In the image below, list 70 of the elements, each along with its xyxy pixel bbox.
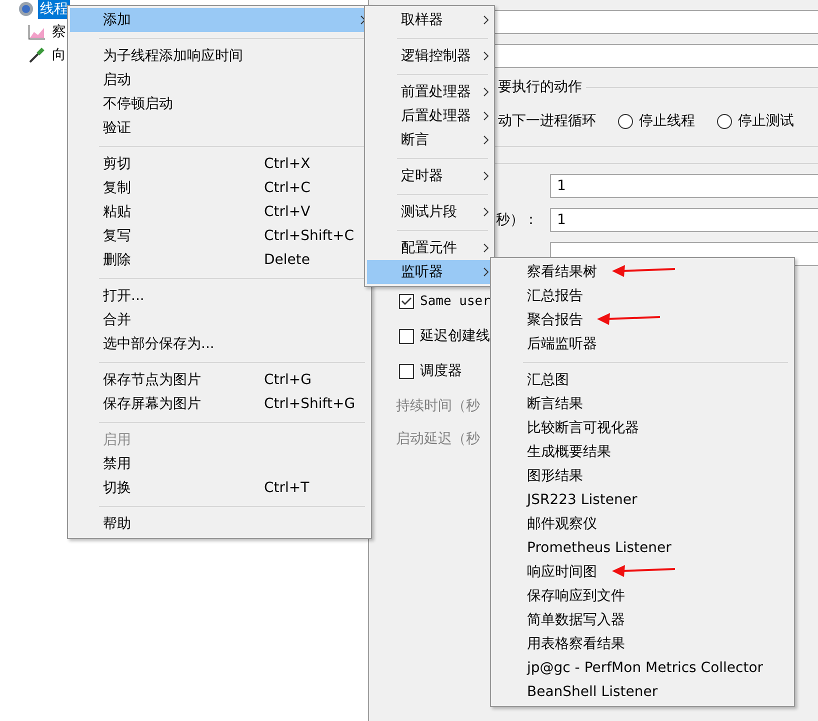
radio-label: 停止测试	[738, 112, 794, 130]
tree-node[interactable]: 线程	[38, 0, 70, 18]
chevron-right-icon	[483, 87, 489, 97]
tree-node[interactable]: 向	[50, 44, 68, 64]
checkbox[interactable]	[399, 294, 414, 308]
checkbox-label: Same user	[420, 294, 490, 308]
radio-button[interactable]	[717, 114, 732, 128]
menu-item[interactable]: 打开...	[70, 284, 369, 308]
menu-item[interactable]: 聚合报告	[493, 308, 792, 332]
menu-item[interactable]: 配置元件	[367, 236, 492, 260]
menu-item[interactable]: 比较断言可视化器	[493, 416, 792, 440]
gear-icon	[18, 0, 34, 16]
menu-item[interactable]: 保存响应到文件	[493, 584, 792, 608]
chevron-right-icon	[360, 15, 366, 25]
menu-item[interactable]: 合并	[70, 308, 369, 332]
chevron-right-icon	[483, 267, 489, 277]
menu-item[interactable]: 保存节点为图片 Ctrl+G	[70, 368, 369, 392]
chevron-right-icon	[483, 15, 489, 25]
menu-item[interactable]: 图形结果	[493, 464, 792, 488]
menu-item[interactable]: 用表格察看结果	[493, 632, 792, 656]
text-field[interactable]	[494, 44, 818, 68]
menu-item[interactable]: 后置处理器	[367, 104, 492, 128]
chevron-right-icon	[483, 51, 489, 61]
menu-item[interactable]: 邮件观察仪	[493, 512, 792, 536]
menu-item[interactable]: 切换 Ctrl+T	[70, 476, 369, 500]
menu-item[interactable]: 定时器	[367, 164, 492, 188]
menu-item[interactable]: 后端监听器	[493, 332, 792, 356]
field-label: 启动延迟（秒	[396, 430, 480, 448]
pipette-icon	[28, 46, 46, 64]
menu-item[interactable]: 取样器	[367, 8, 492, 32]
checkbox[interactable]	[399, 364, 414, 378]
menu-item[interactable]: 前置处理器	[367, 80, 492, 104]
checkbox-label: 调度器	[420, 362, 462, 380]
chevron-right-icon	[483, 207, 489, 217]
menu-item[interactable]: BeanShell Listener	[493, 680, 792, 704]
tree-node[interactable]: 察	[50, 22, 68, 42]
menu-item[interactable]: Prometheus Listener	[493, 536, 792, 560]
checkbox[interactable]	[399, 328, 414, 344]
chevron-right-icon	[483, 111, 489, 121]
menu-item[interactable]: 汇总图	[493, 368, 792, 392]
number-field[interactable]: 1	[550, 174, 818, 198]
radio-button[interactable]	[618, 114, 633, 128]
chevron-right-icon	[483, 135, 489, 145]
radio-label: 动下一进程循环	[498, 112, 596, 130]
chart-icon	[28, 24, 46, 40]
menu-item[interactable]: 帮助	[70, 512, 369, 536]
text-field[interactable]	[494, 10, 818, 34]
menu-item[interactable]: 禁用	[70, 452, 369, 476]
menu-item[interactable]: 保存屏幕为图片 Ctrl+Shift+G	[70, 392, 369, 416]
menu-item[interactable]: 监听器	[367, 260, 492, 284]
menu-item[interactable]: 生成概要结果	[493, 440, 792, 464]
menu-item[interactable]: 察看结果树	[493, 260, 792, 284]
radio-label: 停止线程	[639, 112, 695, 130]
menu-item[interactable]: 测试片段	[367, 200, 492, 224]
menu-item[interactable]: 响应时间图	[493, 560, 792, 584]
menu-item[interactable]: 选中部分保存为...	[70, 332, 369, 356]
number-field[interactable]: 1	[550, 208, 818, 232]
menu-item[interactable]: 汇总报告	[493, 284, 792, 308]
menu-item[interactable]: 断言结果	[493, 392, 792, 416]
chevron-right-icon	[483, 171, 489, 181]
menu-item[interactable]: jp@gc - PerfMon Metrics Collector	[493, 656, 792, 680]
field-label: 秒）：	[496, 212, 538, 228]
menu-item[interactable]: 简单数据写入器	[493, 608, 792, 632]
group-label: 要执行的动作	[498, 78, 582, 96]
chevron-right-icon	[483, 243, 489, 253]
menu-item[interactable]: 逻辑控制器	[367, 44, 492, 68]
menu-item[interactable]: JSR223 Listener	[493, 488, 792, 512]
field-label: 持续时间（秒	[396, 397, 480, 415]
menu-item[interactable]: 断言	[367, 128, 492, 152]
checkbox-label: 延迟创建线	[420, 327, 490, 345]
